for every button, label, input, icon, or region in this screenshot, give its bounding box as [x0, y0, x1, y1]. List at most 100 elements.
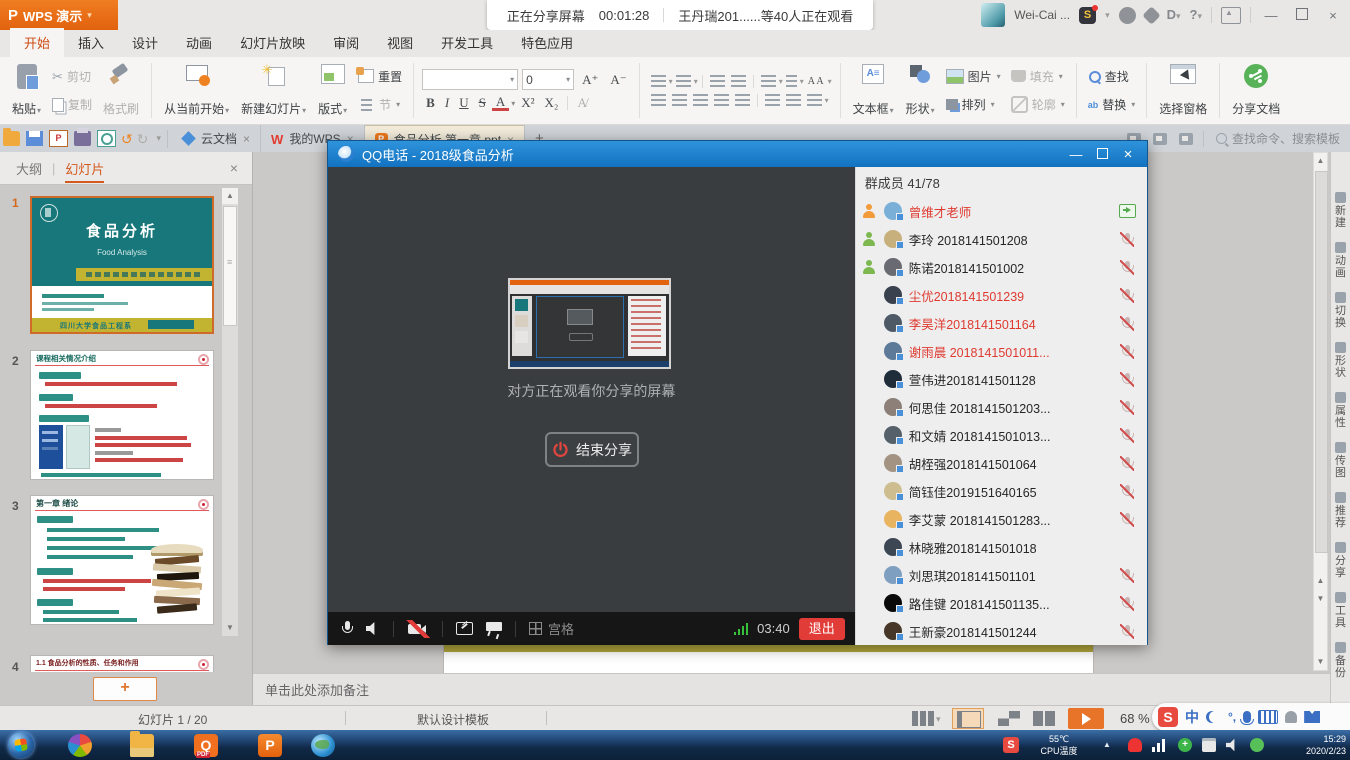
align-left-icon[interactable]	[651, 94, 666, 106]
decrease-indent-icon[interactable]	[710, 75, 725, 87]
slide-thumbnail-1[interactable]: 食品分析 Food Analysis 四川大学食品工程系	[30, 196, 214, 334]
find-button[interactable]: 查找	[1085, 66, 1139, 87]
slideshow-play-button[interactable]	[1068, 708, 1104, 729]
scrollbar-thumb[interactable]	[223, 206, 237, 326]
cut-button[interactable]: ✂剪切	[49, 66, 95, 87]
sidebar-item-4[interactable]: 属性	[1335, 392, 1346, 429]
font-family-select[interactable]: ▾	[422, 69, 518, 90]
distribute-icon[interactable]	[735, 94, 750, 106]
undo-icon[interactable]: ↺	[121, 132, 133, 146]
tray-volume-icon[interactable]	[1226, 738, 1240, 752]
align-right-icon[interactable]	[693, 94, 708, 106]
reading-view-icon[interactable]	[1033, 711, 1055, 726]
sidebar-item-9[interactable]: 备份	[1335, 642, 1346, 679]
taskbar-wps-icon[interactable]: P	[258, 734, 282, 757]
share-document-button[interactable]: 分享文档	[1226, 60, 1286, 121]
member-row-8[interactable]: 和文婧 2018141501013...	[856, 421, 1147, 449]
member-row-10[interactable]: 简钰佳2019151640165	[856, 477, 1147, 505]
scroll-down-icon[interactable]: ▼	[1314, 654, 1327, 670]
taskbar-qq-pdf-icon[interactable]: Q	[194, 734, 218, 757]
character-spacing-icon[interactable]: A A	[804, 75, 828, 88]
speaker-icon[interactable]	[366, 622, 380, 636]
print-preview-icon[interactable]	[97, 130, 116, 147]
increase-indent-icon[interactable]	[731, 75, 746, 87]
sidebar-item-8[interactable]: 工具	[1335, 592, 1346, 629]
notes-toggle-icon[interactable]	[912, 711, 934, 726]
tab-slides[interactable]: 幻灯片	[65, 159, 104, 183]
superscript-button[interactable]: X²	[517, 94, 538, 112]
arrange-button[interactable]: 排列▾	[943, 94, 1004, 115]
sidebar-item-2[interactable]: 切换	[1335, 292, 1346, 329]
menu-tab-4[interactable]: 幻灯片放映	[226, 28, 319, 57]
member-row-11[interactable]: 李艾蒙 2018141501283...	[856, 505, 1147, 533]
tray-status-icon[interactable]	[1250, 738, 1264, 752]
muted-mic-icon[interactable]	[1120, 400, 1134, 415]
soft-keyboard-icon[interactable]	[1258, 710, 1278, 724]
canvas-scrollbar[interactable]: ▲ ▲ ▼ ▼	[1313, 152, 1328, 671]
outline-button[interactable]: 轮廓▾	[1008, 94, 1068, 115]
close-tab-icon[interactable]: ×	[243, 132, 250, 146]
add-slide-button[interactable]: +	[93, 677, 157, 701]
paragraph-space-before-icon[interactable]	[786, 94, 801, 106]
tray-clipboard-icon[interactable]	[1202, 738, 1216, 752]
slide-sorter-view-icon[interactable]	[998, 711, 1020, 726]
paragraph-space-after-icon[interactable]	[807, 94, 822, 106]
menu-tab-6[interactable]: 视图	[373, 28, 427, 57]
chevron-down-icon[interactable]: ▾	[936, 714, 941, 725]
collapse-ribbon-icon[interactable]	[1221, 7, 1241, 24]
slide-thumbnail-4[interactable]: 1.1 食品分析的性质、任务和作用	[30, 655, 214, 672]
whiteboard-icon[interactable]	[486, 622, 502, 635]
muted-mic-icon[interactable]	[1120, 596, 1134, 611]
minimize-button[interactable]: —	[1260, 8, 1282, 23]
muted-mic-icon[interactable]	[1120, 456, 1134, 471]
notes-input[interactable]: 单击此处添加备注	[253, 673, 1330, 705]
maximize-button[interactable]	[1291, 8, 1313, 23]
normal-view-icon[interactable]	[957, 711, 981, 728]
tray-sogou-icon[interactable]: S	[1003, 737, 1019, 753]
camera-off-icon[interactable]	[407, 621, 429, 637]
docker-menu-icon[interactable]: D▾	[1167, 7, 1181, 24]
scroll-up-icon[interactable]: ▲	[222, 188, 238, 204]
taskbar-sogou-icon[interactable]	[68, 734, 92, 757]
menu-tab-7[interactable]: 开发工具	[427, 28, 507, 57]
member-row-5[interactable]: 谢雨晨 2018141501011...	[856, 337, 1147, 365]
underline-button[interactable]: U	[455, 94, 472, 112]
member-row-0[interactable]: 曾维才老师	[856, 197, 1147, 225]
qq-close-button[interactable]: ×	[1115, 146, 1141, 163]
sidebar-item-7[interactable]: 分享	[1335, 542, 1346, 579]
text-outline-box-icon[interactable]	[786, 75, 797, 87]
close-icon[interactable]: ×	[230, 160, 238, 176]
text-box-button[interactable]: A≡ 文本框▾	[847, 60, 900, 121]
grid-view-icon[interactable]	[529, 622, 542, 635]
user-avatar[interactable]	[981, 3, 1005, 27]
end-share-button[interactable]: 结束分享	[545, 432, 639, 467]
chinese-mode-icon[interactable]: 中	[1185, 707, 1199, 727]
muted-mic-icon[interactable]	[1120, 260, 1134, 275]
taskbar-browser-icon[interactable]	[311, 734, 335, 757]
fullwidth-moon-icon[interactable]	[1209, 711, 1221, 723]
muted-mic-icon[interactable]	[1120, 428, 1134, 443]
tab-outline[interactable]: 大纲	[16, 159, 42, 178]
scroll-down-icon[interactable]: ▼	[222, 620, 238, 636]
member-row-4[interactable]: 李昊洋2018141501164	[856, 309, 1147, 337]
picture-button[interactable]: 图片▾	[943, 66, 1004, 87]
sidebar-item-6[interactable]: 推荐	[1335, 492, 1346, 529]
zoom-level[interactable]: 68 %	[1120, 711, 1150, 726]
chevron-down-icon[interactable]: ▾	[1105, 10, 1110, 21]
tray-alert-icon[interactable]	[1128, 738, 1142, 752]
paste-button[interactable]: 粘贴▾	[6, 60, 47, 121]
wps-logo[interactable]: P WPS 演示 ▾	[0, 0, 118, 30]
italic-button[interactable]: I	[441, 94, 453, 112]
text-direction-icon[interactable]	[761, 75, 776, 87]
shapes-button[interactable]: 形状▾	[900, 60, 941, 121]
start-button[interactable]	[8, 732, 34, 758]
bullets-icon[interactable]	[651, 75, 666, 87]
microphone-icon[interactable]	[342, 621, 353, 637]
menu-tab-2[interactable]: 设计	[118, 28, 172, 57]
cpu-temperature[interactable]: 55℃CPU温度	[1032, 733, 1086, 757]
sogou-logo-icon[interactable]: S	[1158, 707, 1178, 727]
grid-view-label[interactable]: 宫格	[548, 619, 574, 638]
member-row-3[interactable]: 尘优2018141501239	[856, 281, 1147, 309]
command-search-input[interactable]: 查找命令、搜索模板	[1216, 130, 1346, 147]
menu-tab-1[interactable]: 插入	[64, 28, 118, 57]
